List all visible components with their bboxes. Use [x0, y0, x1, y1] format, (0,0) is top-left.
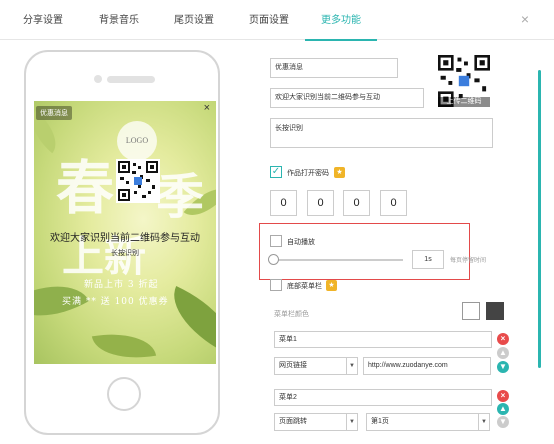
chevron-down-icon: ▼ — [346, 358, 357, 374]
swatch-white[interactable] — [462, 302, 480, 320]
phone-preview: 春 季 上新 LOGO 优惠消息 × 欢迎大家识别当前二维码参与互动 长按识别 … — [24, 50, 220, 435]
leaf-decoration — [91, 326, 157, 364]
title-input[interactable]: 优惠消息 — [270, 58, 398, 78]
autoplay-checkbox[interactable] — [270, 235, 282, 247]
move-up-menu-item-2-icon[interactable]: ▲ — [497, 403, 509, 415]
password-digit-4[interactable]: 0 — [380, 190, 407, 216]
tab-more-features[interactable]: 更多功能 — [305, 0, 377, 41]
qr-upload-label[interactable]: 上传二维码 — [438, 97, 490, 107]
preview-subcaption: 长按识别 — [111, 250, 139, 257]
delete-menu-item-2-icon[interactable]: × — [497, 390, 509, 402]
phone-speaker — [107, 76, 155, 83]
password-digit-1[interactable]: 0 — [270, 190, 297, 216]
menu-item-2-page-select[interactable]: 第1页 ▼ — [366, 413, 490, 431]
password-label: 作品打开密码 — [287, 170, 329, 177]
preview-caption: 欢迎大家识别当前二维码参与互动 — [50, 233, 200, 244]
phone-home-button — [107, 377, 141, 411]
move-up-menu-item-1-icon[interactable]: ▲ — [497, 347, 509, 359]
title-char-season: 季 — [156, 169, 205, 225]
promo-line-2: 买满 ** 送 100 优惠券 — [62, 297, 169, 307]
password-checkbox[interactable]: ✓ — [270, 166, 282, 178]
hint-textarea[interactable]: 长按识别 — [270, 118, 493, 148]
menu-color-label: 菜单栏颜色 — [274, 311, 309, 318]
preview-tag: 优惠消息 — [36, 106, 72, 120]
menu-item-1-url-input[interactable]: http://www.zuodanye.com — [363, 357, 491, 375]
promo-line-1: 新品上市 3 折起 — [84, 280, 159, 290]
menu-item-2-page-value: 第1页 — [371, 418, 389, 425]
password-digit-2[interactable]: 0 — [307, 190, 334, 216]
chevron-down-icon: ▼ — [346, 414, 357, 430]
scrollbar[interactable] — [538, 70, 541, 368]
title-char-spring: 春 — [56, 154, 115, 222]
preview-close-icon[interactable]: × — [204, 102, 210, 114]
description-input[interactable]: 欢迎大家识别当前二维码参与互动 — [270, 88, 424, 108]
swatch-dark[interactable] — [486, 302, 504, 320]
close-icon[interactable]: × — [521, 11, 529, 27]
autoplay-slider-track[interactable] — [272, 259, 403, 261]
tab-end-page-settings[interactable]: 尾页设置 — [165, 0, 223, 40]
qr-code-icon — [116, 159, 160, 203]
logo-placeholder: LOGO — [117, 121, 157, 161]
tab-share-settings[interactable]: 分享设置 — [12, 0, 74, 40]
menu-item-2-type-select[interactable]: 页面跳转 ▼ — [274, 413, 358, 431]
premium-badge-icon: ★ — [334, 167, 345, 178]
premium-badge-icon: ★ — [326, 280, 337, 291]
move-down-menu-item-1-icon[interactable]: ▼ — [497, 361, 509, 373]
delete-menu-item-1-icon[interactable]: × — [497, 333, 509, 345]
menu-item-2-type-value: 页面跳转 — [279, 418, 307, 425]
tab-page-settings[interactable]: 页面设置 — [240, 0, 298, 40]
preview-screen: 春 季 上新 LOGO 优惠消息 × 欢迎大家识别当前二维码参与互动 长按识别 … — [34, 101, 216, 364]
autoplay-slider-handle[interactable] — [268, 254, 279, 265]
move-down-menu-item-2-icon[interactable]: ▼ — [497, 416, 509, 428]
phone-camera — [94, 75, 102, 83]
menu-item-1-type-select[interactable]: 网页链接 ▼ — [274, 357, 358, 375]
password-digit-3[interactable]: 0 — [343, 190, 370, 216]
chevron-down-icon: ▼ — [478, 414, 489, 430]
menu-item-1-type-value: 网页链接 — [279, 362, 307, 369]
menu-item-1-name-input[interactable]: 菜单1 — [274, 331, 492, 348]
menu-item-2-name-input[interactable]: 菜单2 — [274, 389, 492, 406]
autoplay-hint: 每页停留时间 — [450, 258, 487, 264]
tab-bar: 分享设置 背景音乐 尾页设置 页面设置 更多功能 × — [0, 0, 554, 41]
autoplay-seconds-input[interactable]: 1s — [412, 250, 444, 269]
menu-bar-checkbox[interactable] — [270, 279, 282, 291]
autoplay-label: 自动播放 — [287, 239, 315, 246]
tab-background-music[interactable]: 背景音乐 — [90, 0, 148, 40]
menu-bar-label: 底部菜单栏 — [287, 283, 322, 290]
